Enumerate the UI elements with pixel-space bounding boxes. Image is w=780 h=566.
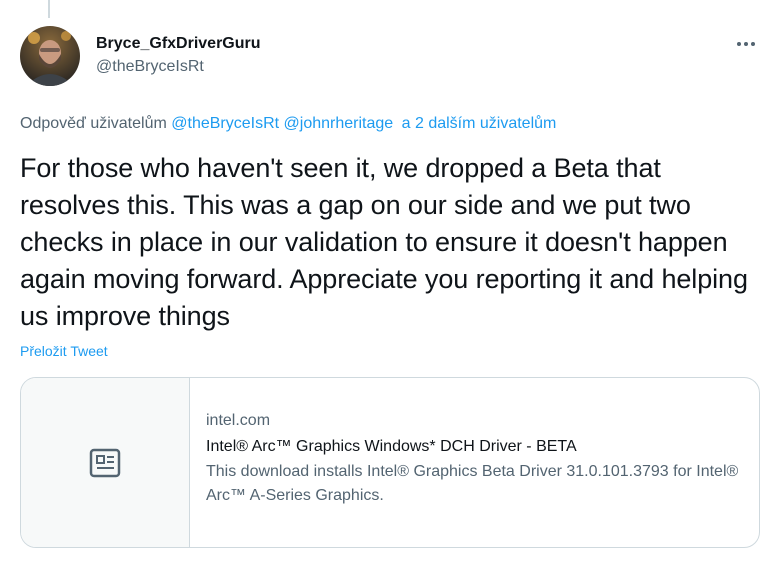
reply-mention-link[interactable]: @johnrheritage: [284, 115, 394, 132]
more-dots-icon: [737, 42, 755, 46]
card-description: This download installs Intel® Graphics B…: [206, 463, 739, 504]
thread-connector-line: [48, 0, 50, 18]
tweet-header: Bryce_GfxDriverGuru @theBryceIsRt: [20, 26, 760, 90]
card-domain: intel.com: [206, 412, 271, 429]
author-handle[interactable]: @theBryceIsRt: [96, 56, 261, 78]
card-media: [21, 378, 190, 547]
translate-tweet-link[interactable]: Přeložit Tweet: [20, 342, 108, 360]
author-display-name[interactable]: Bryce_GfxDriverGuru: [96, 34, 261, 54]
link-preview-card[interactable]: intel.com Intel® Arc™ Graphics Windows* …: [20, 377, 760, 548]
reply-prefix: Odpověď uživatelům: [20, 115, 167, 132]
more-options-button[interactable]: [732, 34, 760, 54]
card-body: intel.com Intel® Arc™ Graphics Windows* …: [206, 410, 746, 508]
avatar-image: [20, 26, 80, 86]
reply-context: Odpověď uživatelům @theBryceIsRt @johnrh…: [20, 113, 556, 135]
article-icon: [89, 448, 121, 478]
avatar[interactable]: [20, 26, 80, 86]
card-title: Intel® Arc™ Graphics Windows* DCH Driver…: [206, 438, 577, 455]
reply-others-link[interactable]: a 2 dalším uživatelům: [402, 115, 557, 132]
tweet-text: For those who haven't seen it, we droppe…: [20, 153, 748, 331]
reply-mention-link[interactable]: @theBryceIsRt: [171, 115, 279, 132]
